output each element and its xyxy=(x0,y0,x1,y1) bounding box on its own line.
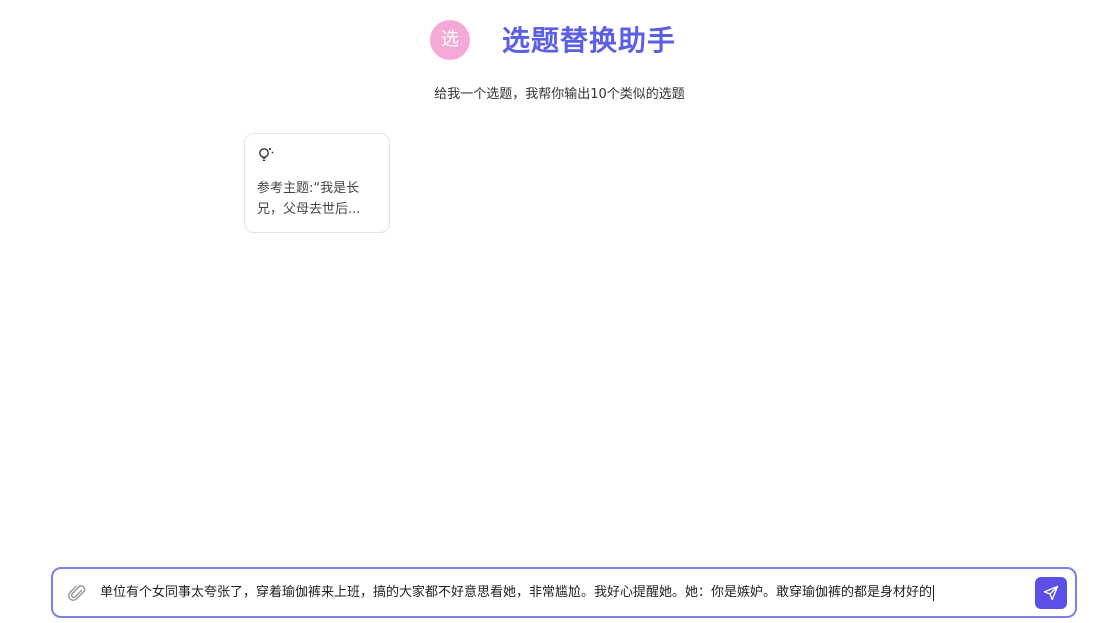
suggestion-card[interactable]: 参考主题:“我是长兄，父母去世后... xyxy=(244,133,390,233)
suggestion-text: 参考主题:“我是长兄，父母去世后... xyxy=(257,181,361,217)
text-caret xyxy=(933,584,935,601)
send-button[interactable] xyxy=(1035,577,1067,609)
header: 选 选题替换助手 xyxy=(0,20,1119,64)
assistant-avatar: 选 xyxy=(430,20,470,60)
paperclip-icon[interactable] xyxy=(67,583,87,603)
page-title: 选题替换助手 xyxy=(502,24,677,57)
app-page: 选 选题替换助手 给我一个选题，我帮你输出10个类似的选题 参考主题:“我是长兄… xyxy=(0,0,1119,623)
message-input-value: 单位有个女同事太夸张了，穿着瑜伽裤来上班，搞的大家都不好意思看她，非常尴尬。我好… xyxy=(100,585,933,600)
composer: 单位有个女同事太夸张了，穿着瑜伽裤来上班，搞的大家都不好意思看她，非常尴尬。我好… xyxy=(51,567,1077,618)
message-input[interactable]: 单位有个女同事太夸张了，穿着瑜伽裤来上班，搞的大家都不好意思看她，非常尴尬。我好… xyxy=(100,569,1030,616)
lightbulb-icon xyxy=(259,148,274,162)
send-icon xyxy=(1043,585,1059,601)
page-subtitle: 给我一个选题，我帮你输出10个类似的选题 xyxy=(434,87,685,102)
